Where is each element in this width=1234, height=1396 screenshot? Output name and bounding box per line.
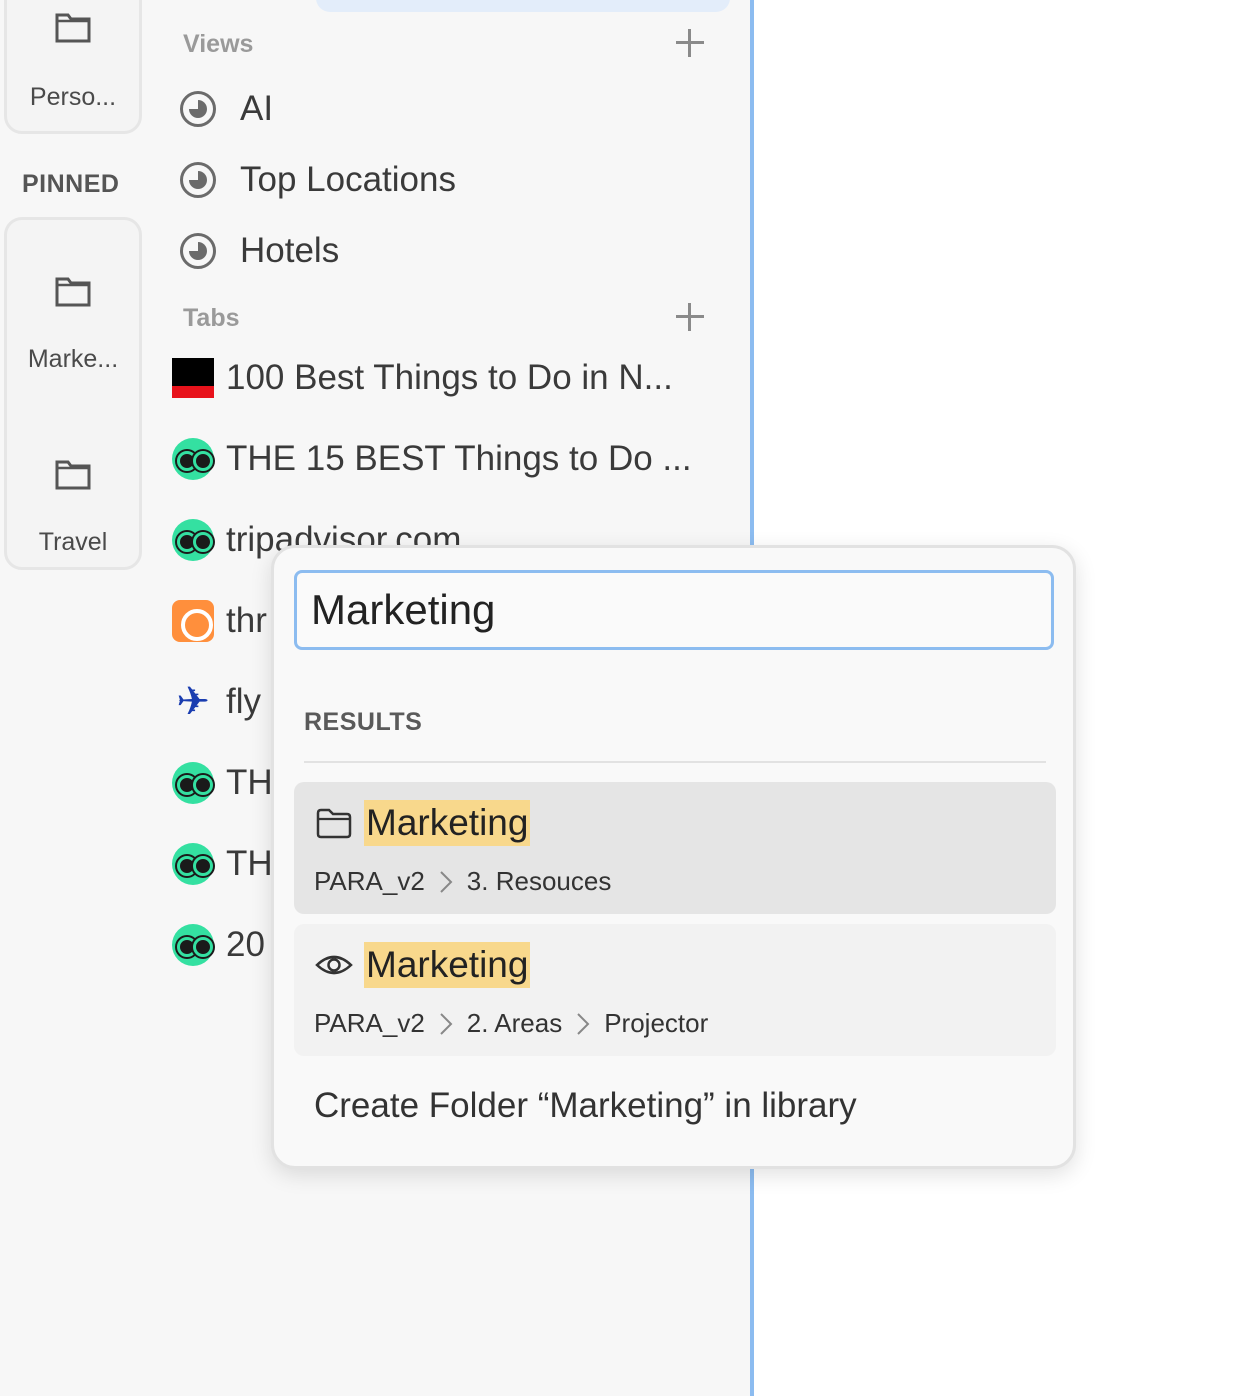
tab-item[interactable]: ✈ fly — [172, 677, 261, 727]
tab-item[interactable]: thr — [172, 596, 267, 646]
view-icon — [180, 233, 216, 269]
breadcrumb-segment: PARA_v2 — [314, 866, 425, 896]
tab-item[interactable]: TH — [172, 839, 273, 889]
breadcrumb-segment: 3. Resouces — [466, 866, 612, 896]
folder-icon — [55, 460, 91, 490]
view-icon — [180, 162, 216, 198]
add-view-plus-icon[interactable] — [676, 29, 704, 57]
chevron-right-icon — [440, 870, 453, 893]
tab-item[interactable]: 20 — [172, 920, 265, 970]
tripadvisor-favicon-icon — [172, 762, 214, 804]
tab-item[interactable]: THE 15 BEST Things to Do ... — [172, 434, 692, 484]
orange-app-favicon-icon — [172, 600, 214, 642]
rail-item-marketing[interactable]: Marke... — [7, 275, 139, 374]
tripadvisor-favicon-icon — [172, 843, 214, 885]
result-title: Marketing — [364, 942, 531, 988]
view-item-top-locations[interactable]: Top Locations — [180, 155, 456, 205]
rail-item-travel[interactable]: Travel — [7, 458, 139, 557]
breadcrumb: PARA_v2 2. Areas Projector — [314, 1008, 708, 1039]
rail-item-personal[interactable]: Perso... — [7, 11, 139, 112]
tab-label: TH — [226, 763, 273, 802]
tripadvisor-favicon-icon — [172, 519, 214, 561]
tab-label: 20 — [226, 925, 265, 964]
view-icon — [180, 91, 216, 127]
views-section-label: Views — [183, 30, 254, 58]
tab-label: 100 Best Things to Do in N... — [226, 358, 673, 397]
breadcrumb: PARA_v2 3. Resouces — [314, 866, 611, 897]
rail-card-pinned: Marke... Travel — [4, 217, 142, 570]
move-to-popup: RESULTS Marketing PARA_v2 3. Resouces — [271, 545, 1076, 1169]
rail-item-label: Perso... — [29, 83, 117, 111]
tab-label: fly — [226, 682, 261, 721]
eye-icon — [315, 955, 353, 975]
nytimes-favicon-icon — [172, 358, 214, 398]
tripadvisor-favicon-icon — [172, 924, 214, 966]
tab-item[interactable]: 100 Best Things to Do in N... — [172, 353, 673, 403]
tab-label: THE 15 BEST Things to Do ... — [226, 439, 692, 478]
view-label: AI — [240, 89, 274, 128]
pinned-section-label: PINNED — [22, 170, 120, 198]
selected-item-highlight[interactable] — [316, 0, 730, 12]
search-input[interactable] — [294, 570, 1054, 650]
result-item-view[interactable]: Marketing PARA_v2 2. Areas Projector — [294, 924, 1056, 1056]
view-item-ai[interactable]: AI — [180, 84, 273, 134]
rail-item-label: Marke... — [27, 345, 119, 373]
folder-icon — [55, 277, 91, 307]
chevron-right-icon — [440, 1012, 453, 1035]
plane-favicon-icon: ✈ — [176, 680, 210, 724]
folder-icon — [55, 13, 91, 43]
result-item-folder[interactable]: Marketing PARA_v2 3. Resouces — [294, 782, 1056, 914]
rail-item-label: Travel — [38, 528, 108, 556]
tabs-section-label: Tabs — [183, 304, 240, 332]
view-item-hotels[interactable]: Hotels — [180, 226, 339, 276]
tab-item[interactable]: TH — [172, 758, 273, 808]
folder-icon — [316, 808, 352, 839]
create-folder-option[interactable]: Create Folder “Marketing” in library — [314, 1086, 857, 1126]
breadcrumb-segment: 2. Areas — [466, 1008, 563, 1038]
tripadvisor-favicon-icon — [172, 438, 214, 480]
add-tab-plus-icon[interactable] — [676, 303, 704, 331]
tab-label: TH — [226, 844, 273, 883]
chevron-right-icon — [577, 1012, 590, 1035]
view-label: Hotels — [240, 231, 340, 270]
view-label: Top Locations — [240, 160, 456, 199]
breadcrumb-segment: Projector — [604, 1008, 709, 1038]
tab-label: thr — [226, 601, 267, 640]
result-title: Marketing — [364, 800, 531, 846]
divider — [304, 761, 1046, 763]
results-section-label: RESULTS — [304, 708, 423, 736]
app-window: Perso... PINNED Marke... Travel Views AI… — [0, 0, 1234, 1396]
breadcrumb-segment: PARA_v2 — [314, 1008, 425, 1038]
rail-card-top: Perso... — [4, 0, 142, 134]
